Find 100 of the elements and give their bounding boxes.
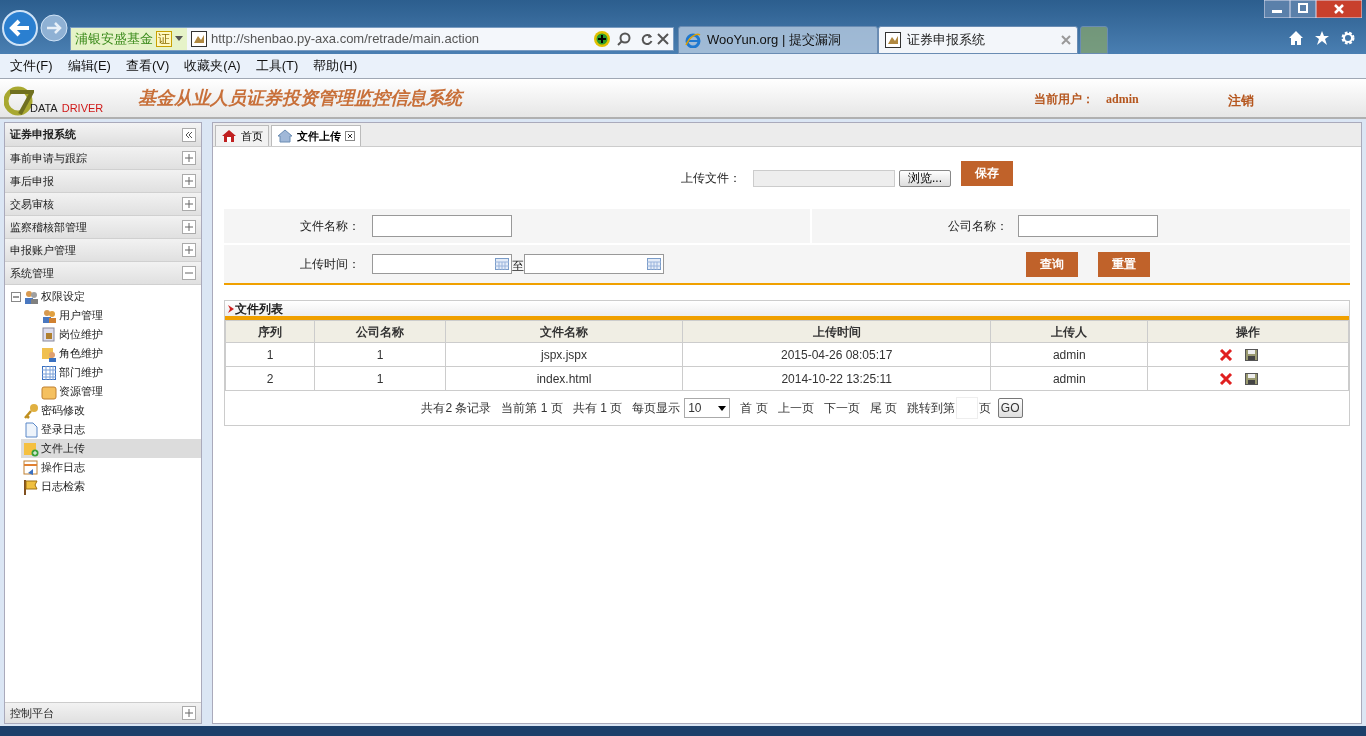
file-name-field[interactable] bbox=[372, 215, 512, 237]
home-icon bbox=[221, 129, 237, 143]
date-field[interactable] bbox=[524, 254, 664, 274]
menu-item[interactable]: 收藏夹(A) bbox=[184, 56, 241, 76]
table-cell: 2014-10-22 13:25:11 bbox=[682, 366, 991, 391]
last-page-link[interactable]: 尾 页 bbox=[869, 399, 897, 417]
user-folder-icon bbox=[41, 345, 57, 362]
home-icon bbox=[277, 129, 293, 143]
query-button[interactable]: 查询 bbox=[1026, 251, 1078, 277]
search-icon[interactable] bbox=[617, 32, 631, 46]
logout-link[interactable]: 注销 bbox=[1228, 91, 1254, 111]
caret-icon bbox=[718, 405, 727, 411]
expand-button[interactable] bbox=[182, 706, 196, 720]
ie-icon bbox=[685, 32, 701, 48]
range-separator: 至 bbox=[512, 258, 524, 275]
calendar-icon[interactable] bbox=[495, 258, 509, 270]
back-button[interactable] bbox=[2, 10, 38, 46]
column-header: 上传人 bbox=[990, 320, 1148, 343]
content-tab[interactable]: 文件上传 bbox=[271, 125, 361, 146]
field-label: 上传时间： bbox=[299, 256, 361, 273]
previous-page-link[interactable]: 上一页 bbox=[777, 399, 814, 417]
close-icon[interactable] bbox=[345, 131, 355, 141]
save-icon[interactable] bbox=[1244, 372, 1258, 385]
menu-item[interactable]: 文件(F) bbox=[10, 56, 53, 76]
calendar-icon[interactable] bbox=[647, 258, 661, 270]
sidebar-section[interactable]: 交易审核 bbox=[10, 195, 54, 213]
current-page: 当前第 1 页 bbox=[501, 400, 563, 417]
column-header: 公司名称 bbox=[314, 320, 446, 343]
table-cell: 1 bbox=[314, 342, 446, 367]
field-label: 公司名称： bbox=[947, 218, 1009, 235]
delete-icon[interactable] bbox=[1218, 372, 1233, 385]
browser-tab[interactable]: WooYun.org | 提交漏洞 bbox=[678, 26, 878, 54]
table-cell: 1 bbox=[314, 366, 446, 391]
certificate-badge: 证 bbox=[156, 31, 172, 47]
grid-icon bbox=[41, 364, 57, 381]
date-field[interactable] bbox=[372, 254, 512, 274]
user-name: admin bbox=[1106, 91, 1139, 108]
sidebar-section[interactable]: 事后申报 bbox=[10, 172, 54, 190]
first-page-link[interactable]: 首 页 bbox=[740, 399, 768, 417]
home-icon[interactable] bbox=[1288, 30, 1304, 46]
site-name: 浦银安盛基金 bbox=[75, 30, 153, 49]
restore-button[interactable] bbox=[1290, 0, 1316, 18]
tree-item[interactable]: 资源管理 bbox=[11, 382, 201, 401]
collapse-button[interactable] bbox=[182, 127, 196, 142]
address-bar[interactable]: 浦银安盛基金 证 http://shenbao.py-axa.com/retrade/main.action bbox=[70, 27, 674, 51]
refresh-icon[interactable] bbox=[641, 33, 653, 45]
tree-item[interactable]: 角色维护 bbox=[11, 344, 201, 363]
caret-icon[interactable] bbox=[175, 36, 183, 42]
tree-item[interactable]: 密码修改 bbox=[21, 401, 201, 420]
app-title: 基金从业人员证券投资管理监控信息系统 bbox=[138, 86, 462, 110]
reset-button[interactable]: 重置 bbox=[1098, 251, 1150, 277]
content-tab[interactable]: 首页 bbox=[215, 125, 269, 146]
expand-button[interactable] bbox=[182, 151, 196, 165]
forward-button[interactable] bbox=[40, 14, 68, 42]
add-icon[interactable] bbox=[593, 30, 611, 48]
expand-button[interactable] bbox=[182, 243, 196, 257]
save-button[interactable]: 保存 bbox=[961, 160, 1013, 186]
tree-item[interactable]: 文件上传 bbox=[21, 439, 201, 458]
company-field[interactable] bbox=[1018, 215, 1158, 237]
expand-button[interactable] bbox=[182, 197, 196, 211]
jump-label: 页 bbox=[978, 400, 991, 417]
menu-item[interactable]: 编辑(E) bbox=[67, 56, 111, 76]
record-count: 共有2 条记录 bbox=[421, 400, 492, 417]
users-icon bbox=[23, 288, 39, 305]
sidebar-section[interactable]: 控制平台 bbox=[10, 704, 54, 722]
tree-item[interactable]: 日志检索 bbox=[21, 477, 201, 496]
tree-item[interactable]: 岗位维护 bbox=[11, 325, 201, 344]
tree-item[interactable]: 部门维护 bbox=[11, 363, 201, 382]
sidebar-section[interactable]: 系统管理 bbox=[10, 264, 54, 282]
file-input[interactable] bbox=[753, 169, 895, 187]
close-icon[interactable] bbox=[657, 33, 669, 45]
column-header: 序列 bbox=[225, 320, 315, 343]
save-icon[interactable] bbox=[1244, 348, 1258, 361]
page-icon bbox=[885, 32, 901, 48]
go-button[interactable]: GO bbox=[997, 398, 1023, 418]
menu-item[interactable]: 查看(V) bbox=[125, 56, 170, 76]
menu-item[interactable]: 帮助(H) bbox=[313, 56, 358, 76]
tree-item[interactable]: 用户管理 bbox=[11, 306, 201, 325]
tree-item[interactable]: 权限设定 bbox=[21, 287, 201, 306]
url-text: http://shenbao.py-axa.com/retrade/main.action bbox=[211, 30, 481, 49]
settings-icon[interactable] bbox=[1340, 30, 1356, 46]
menu-item[interactable]: 工具(T) bbox=[255, 56, 299, 76]
next-page-link[interactable]: 下一页 bbox=[823, 399, 860, 417]
per-page-label: 每页显示 bbox=[632, 400, 681, 417]
key-icon bbox=[23, 402, 39, 419]
per-page-select[interactable]: 10 bbox=[684, 398, 731, 418]
users-icon bbox=[41, 307, 57, 324]
close-button[interactable] bbox=[1316, 0, 1362, 18]
browse-button[interactable]: 浏览... bbox=[899, 169, 951, 187]
minimize-button[interactable] bbox=[1264, 0, 1290, 18]
expand-button[interactable] bbox=[182, 174, 196, 188]
tree-item[interactable]: 操作日志 bbox=[21, 458, 201, 477]
tree-item[interactable]: 登录日志 bbox=[21, 420, 201, 439]
collapse-button[interactable] bbox=[11, 291, 21, 302]
star-icon[interactable] bbox=[1314, 30, 1330, 46]
box-icon bbox=[41, 383, 57, 400]
expand-button[interactable] bbox=[182, 220, 196, 234]
browser-tab[interactable]: 证券申报系统 bbox=[878, 26, 1078, 54]
delete-icon[interactable] bbox=[1218, 348, 1233, 361]
flag-icon bbox=[23, 478, 39, 495]
